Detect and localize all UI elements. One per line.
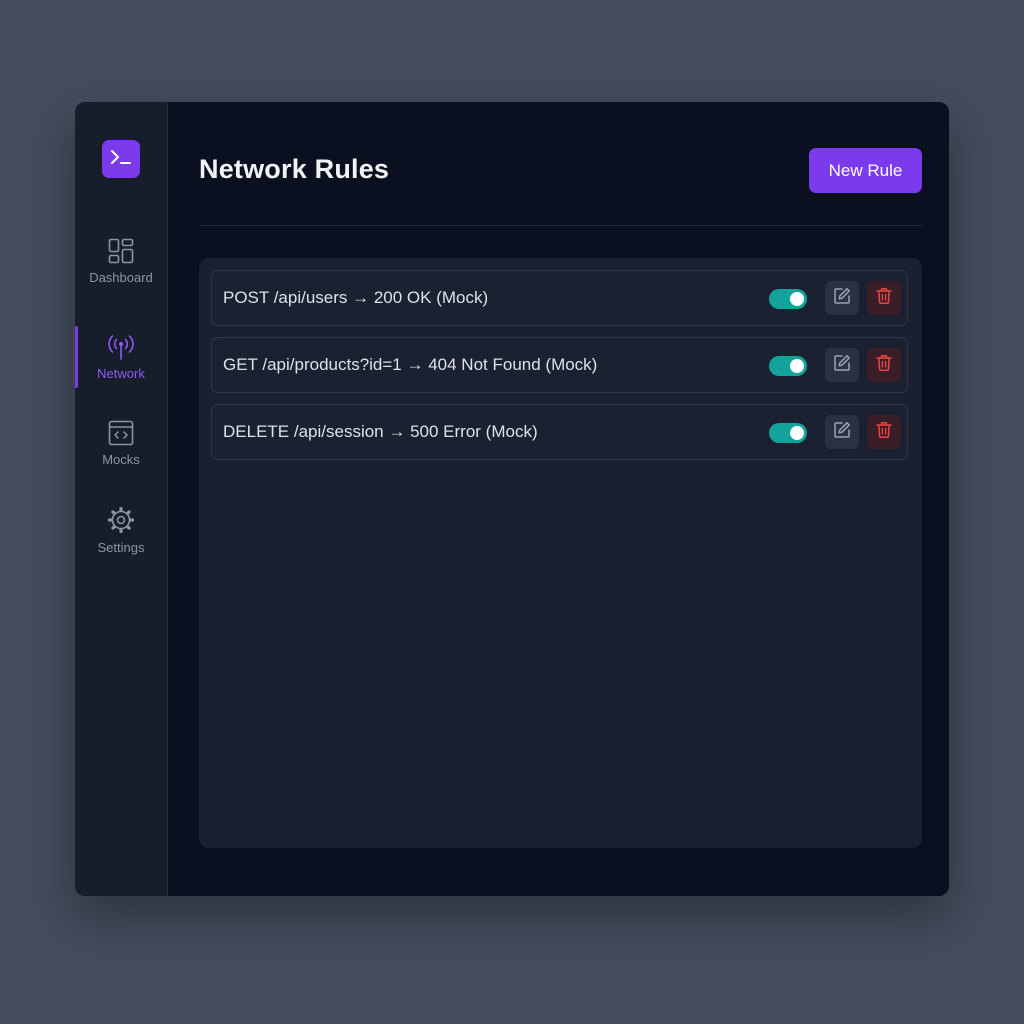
sidebar-item-network[interactable]: Network — [75, 324, 167, 390]
new-rule-button[interactable]: New Rule — [809, 148, 922, 193]
rule-row: POST /api/users → 200 OK (Mock) — [211, 270, 908, 326]
rule-row: DELETE /api/session → 500 Error (Mock) — [211, 404, 908, 460]
sidebar-item-label: Dashboard — [89, 269, 153, 285]
app-window: Dashboard Network Mocks Settings Network… — [75, 102, 949, 896]
sidebar-item-dashboard[interactable]: Dashboard — [75, 228, 167, 294]
rule-text: POST /api/users → 200 OK (Mock) — [223, 288, 489, 307]
sidebar-item-label: Mocks — [102, 451, 140, 467]
app-logo[interactable] — [102, 140, 140, 178]
sidebar-item-label: Network — [97, 365, 145, 381]
rule-text: DELETE /api/session → 500 Error (Mock) — [223, 422, 538, 441]
dashboard-icon — [108, 238, 134, 270]
delete-rule-button[interactable] — [867, 348, 901, 382]
sidebar-item-mocks[interactable]: Mocks — [75, 410, 167, 476]
rule-enabled-toggle[interactable] — [769, 423, 807, 443]
edit-rule-button[interactable] — [825, 348, 859, 382]
terminal-icon — [110, 148, 132, 171]
sidebar-item-settings[interactable]: Settings — [75, 497, 167, 563]
delete-rule-button[interactable] — [867, 415, 901, 449]
code-window-icon — [108, 420, 134, 452]
edit-rule-button[interactable] — [825, 415, 859, 449]
toggle-knob — [790, 426, 804, 440]
sidebar: Dashboard Network Mocks Settings — [75, 102, 168, 896]
main-content: Network Rules New Rule POST /api/users →… — [168, 102, 949, 896]
rules-panel: POST /api/users → 200 OK (Mock) GET /api… — [199, 258, 922, 848]
rule-row: GET /api/products?id=1 → 404 Not Found (… — [211, 337, 908, 393]
sidebar-item-label: Settings — [97, 539, 145, 555]
pencil-icon — [833, 421, 851, 444]
rule-enabled-toggle[interactable] — [769, 356, 807, 376]
gear-icon — [107, 506, 135, 540]
toggle-knob — [790, 292, 804, 306]
trash-icon — [875, 421, 893, 444]
page-title: Network Rules — [199, 154, 390, 184]
pencil-icon — [833, 287, 851, 310]
rule-text: GET /api/products?id=1 → 404 Not Found (… — [223, 355, 598, 374]
rule-enabled-toggle[interactable] — [769, 289, 807, 309]
delete-rule-button[interactable] — [867, 281, 901, 315]
header-divider — [199, 225, 922, 226]
trash-icon — [875, 354, 893, 377]
edit-rule-button[interactable] — [825, 281, 859, 315]
pencil-icon — [833, 354, 851, 377]
trash-icon — [875, 287, 893, 310]
toggle-knob — [790, 359, 804, 373]
antenna-icon — [107, 334, 135, 366]
